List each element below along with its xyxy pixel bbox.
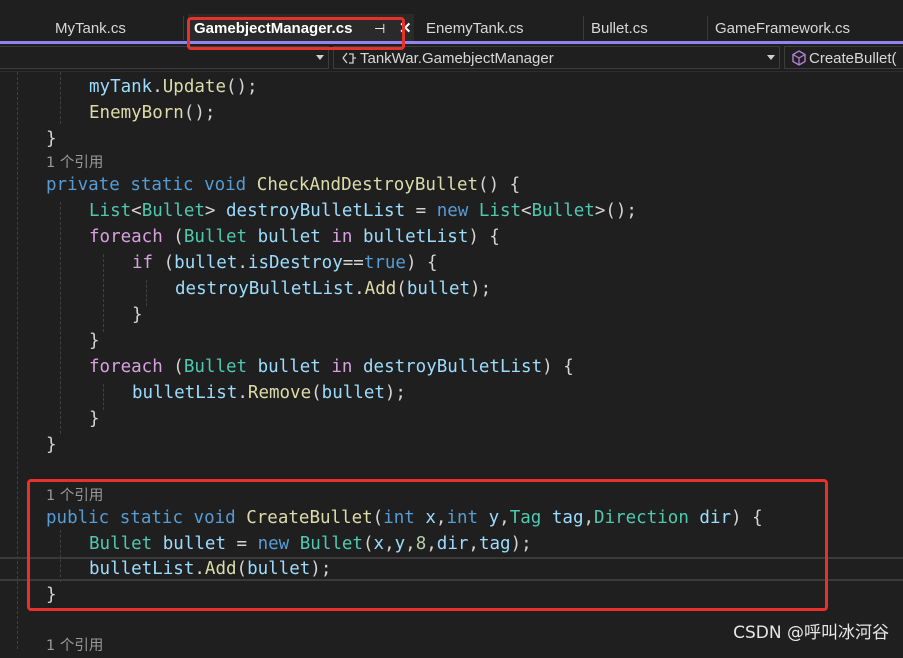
chevron-down-icon	[767, 55, 775, 60]
code-token: destroyBulletList	[226, 201, 406, 221]
code-token: Bullet	[183, 357, 248, 377]
tab-bar: MyTank.cs GamebjectManager.cs ⊣ ✕ EnemyT…	[0, 0, 903, 44]
code-token: true	[363, 253, 406, 273]
code-line: bulletList.Remove(bullet);	[132, 383, 406, 403]
code-token: isDestroy	[247, 253, 343, 273]
code-token: myTank	[89, 77, 153, 97]
class-icon	[342, 52, 356, 64]
tab-label: EnemyTank.cs	[426, 20, 524, 37]
navigation-bar: TankWar.GamebjectManager CreateBullet(	[0, 44, 903, 72]
code-line: }	[89, 331, 100, 351]
code-token: List	[478, 201, 522, 221]
code-token: List	[89, 201, 132, 221]
code-token: foreach	[89, 227, 163, 247]
tab-gameframework[interactable]: GameFramework.cs	[707, 14, 903, 41]
code-token: Remove	[247, 383, 312, 403]
member-selector-label: CreateBullet(	[809, 50, 897, 67]
method-cube-icon	[792, 50, 806, 66]
code-token: in	[331, 357, 353, 377]
indent-guide	[60, 72, 61, 124]
code-token: in	[331, 227, 353, 247]
code-token: private	[46, 175, 120, 195]
indent-guide	[103, 384, 104, 410]
code-token: Add	[364, 279, 397, 299]
code-line: private static void CheckAndDestroyBulle…	[46, 175, 521, 195]
indent-guide	[146, 280, 147, 306]
code-token: bullet	[406, 279, 471, 299]
class-selector-label: TankWar.GamebjectManager	[360, 50, 554, 67]
code-token: if	[132, 253, 154, 273]
code-token: EnemyBorn	[89, 103, 184, 123]
code-token: static	[130, 175, 194, 195]
code-token: new	[436, 201, 469, 221]
code-token: destroyBulletList	[175, 279, 355, 299]
indent-guide	[60, 202, 61, 434]
tab-label: MyTank.cs	[55, 20, 126, 37]
code-token: bulletList	[363, 227, 469, 247]
code-token: void	[204, 175, 247, 195]
code-token: Update	[162, 77, 226, 97]
code-line: if (bullet.isDestroy==true) {	[132, 253, 438, 273]
member-selector[interactable]: CreateBullet(	[784, 46, 903, 69]
code-token: Bullet	[531, 201, 595, 221]
code-line: }	[46, 435, 57, 455]
codelens-reference[interactable]: 1 个引用	[46, 634, 103, 658]
code-token: foreach	[89, 357, 163, 377]
indent-guide	[103, 254, 104, 332]
tab-bullet[interactable]: Bullet.cs	[583, 14, 707, 41]
code-line: foreach (Bullet bullet in bulletList) {	[89, 227, 500, 247]
tab-mytank[interactable]: MyTank.cs	[47, 14, 183, 41]
code-token: Bullet	[141, 201, 205, 221]
code-line: EnemyBorn();	[89, 103, 216, 123]
chevron-down-icon	[316, 55, 324, 60]
highlight-box-tab	[187, 17, 405, 50]
code-line: }	[89, 409, 100, 429]
code-line: }	[46, 129, 57, 149]
code-token: CheckAndDestroyBullet	[256, 175, 479, 195]
code-line: destroyBulletList.Add(bullet);	[175, 279, 492, 299]
code-line: foreach (Bullet bullet in destroyBulletL…	[89, 357, 574, 377]
code-token: destroyBulletList	[363, 357, 543, 377]
code-token: bullet	[321, 383, 385, 403]
code-line: myTank.Update();	[89, 77, 258, 97]
code-line: }	[132, 305, 143, 325]
code-token: bullet	[257, 227, 321, 247]
code-line: List<Bullet> destroyBulletList = new Lis…	[89, 201, 637, 221]
tab-label: GameFramework.cs	[715, 20, 851, 37]
highlight-box-code	[27, 479, 828, 611]
code-token: bullet	[257, 357, 321, 377]
tab-enemytank[interactable]: EnemyTank.cs	[418, 14, 583, 41]
watermark: CSDN @呼叫冰河谷	[733, 623, 889, 643]
tab-divider	[183, 16, 184, 40]
code-token: bullet	[174, 253, 238, 273]
code-token: Bullet	[183, 227, 248, 247]
indent-guide	[17, 72, 18, 649]
tab-label: Bullet.cs	[591, 20, 648, 37]
code-token: bulletList	[132, 383, 238, 403]
